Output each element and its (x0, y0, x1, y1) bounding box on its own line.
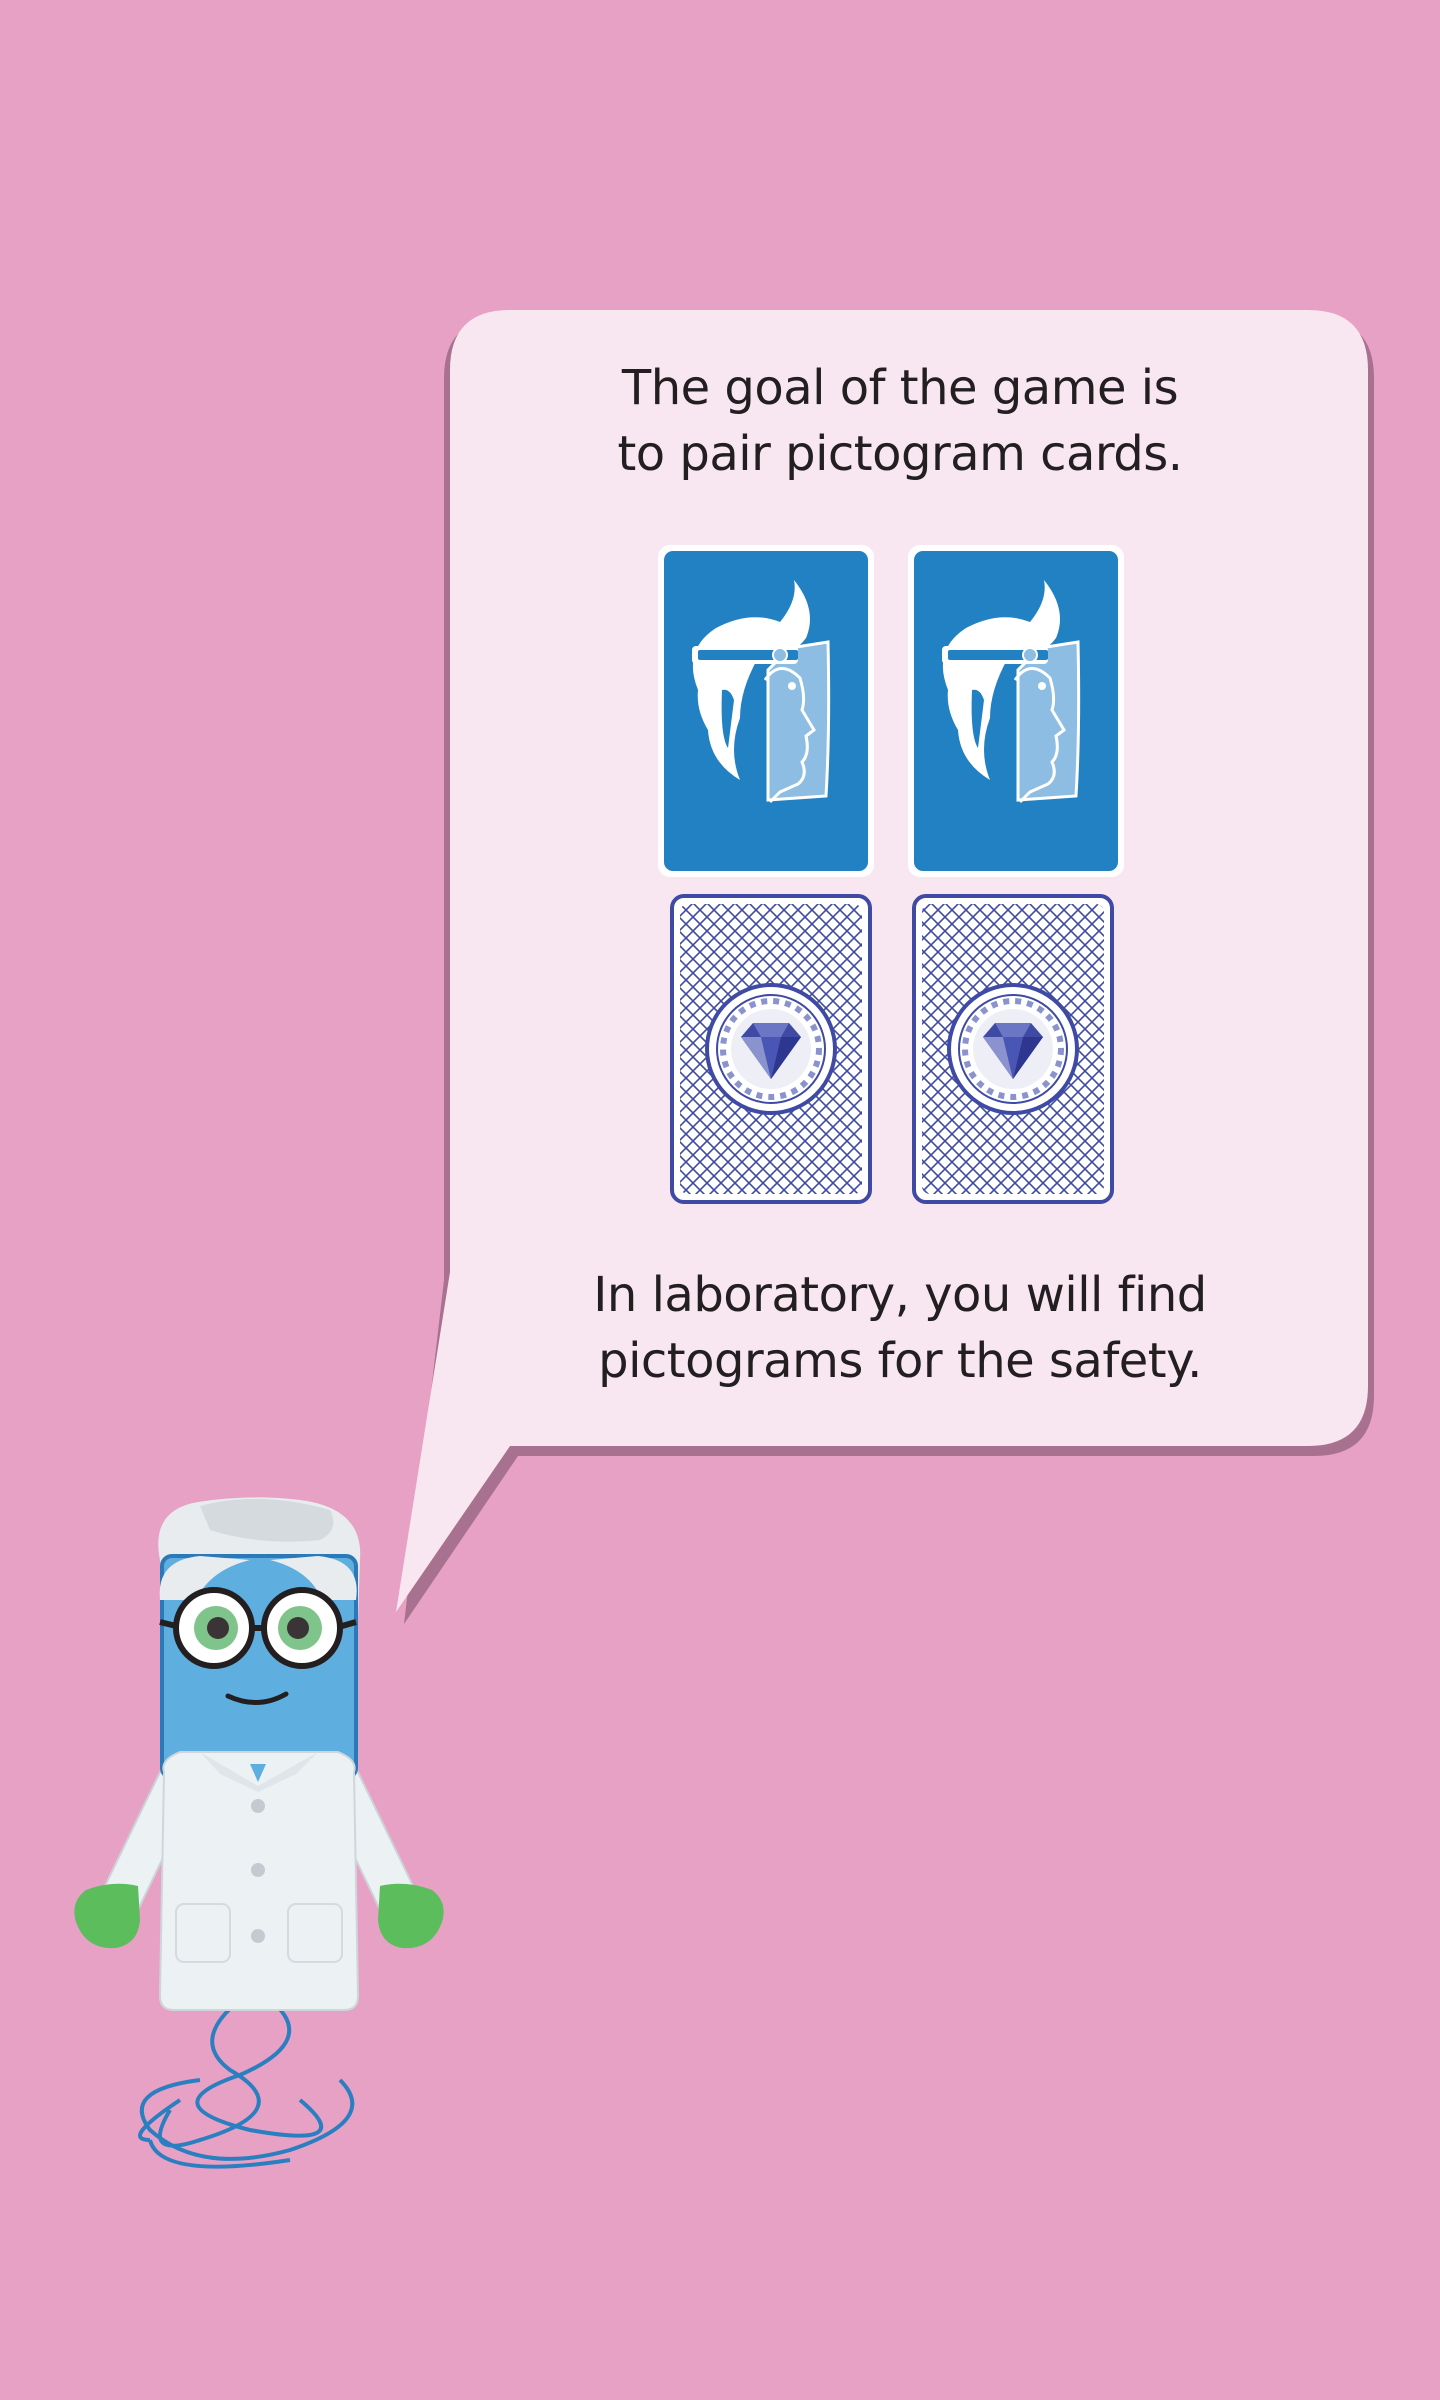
goal-instruction-text: The goal of the game is to pair pictogra… (450, 355, 1350, 487)
laboratory-info-text: In laboratory, you will find pictograms … (450, 1262, 1350, 1394)
card-face-up-2[interactable] (908, 545, 1124, 877)
goal-instruction-line-2: to pair pictogram cards. (617, 426, 1183, 482)
diamond-dna-emblem-icon (707, 985, 835, 1113)
left-glove (74, 1883, 140, 1949)
scientist-mascot (74, 1497, 444, 2169)
laboratory-info-line-1: In laboratory, you will find (593, 1267, 1207, 1323)
right-glove (378, 1883, 444, 1949)
card-face-up-1[interactable] (658, 545, 874, 877)
dna-tail (138, 1998, 355, 2169)
diamond-dna-emblem-icon (949, 985, 1077, 1113)
goal-instruction-line-1: The goal of the game is (621, 360, 1179, 416)
laboratory-info-line-2: pictograms for the safety. (598, 1333, 1202, 1389)
card-face-down-1[interactable] (670, 894, 872, 1204)
speech-bubble (396, 310, 1368, 1612)
card-face-down-2[interactable] (912, 894, 1114, 1204)
